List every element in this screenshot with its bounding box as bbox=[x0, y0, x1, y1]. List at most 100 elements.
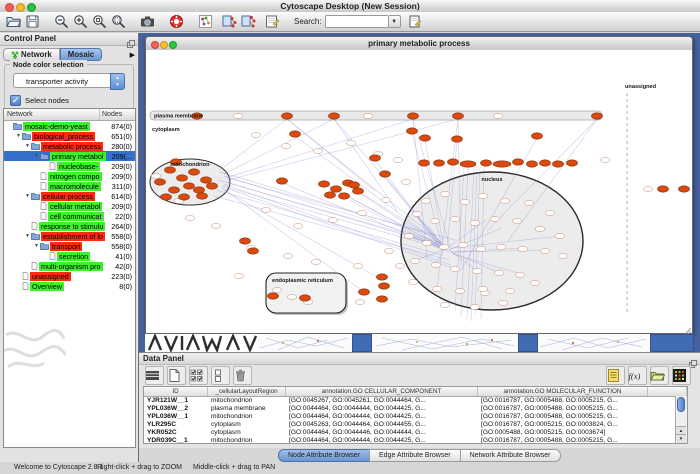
fx-icon[interactable]: f(x) bbox=[628, 368, 643, 383]
tree-row[interactable]: macromolecule311(0) bbox=[4, 181, 135, 191]
network-node[interactable] bbox=[319, 181, 330, 187]
tree-row[interactable]: ▼transport558(0) bbox=[4, 241, 135, 251]
table-row[interactable]: YJR121W__1mitochondrion[GO:0045267, GO:0… bbox=[144, 397, 687, 405]
network-node[interactable] bbox=[439, 245, 449, 250]
unselect-all-button[interactable] bbox=[211, 366, 230, 385]
network-node[interactable] bbox=[472, 269, 482, 274]
table-grid-button[interactable] bbox=[145, 366, 164, 385]
network-node[interactable] bbox=[211, 224, 221, 229]
background-window-preview[interactable] bbox=[372, 334, 518, 352]
network-node[interactable] bbox=[452, 136, 463, 142]
network-node[interactable] bbox=[419, 160, 430, 166]
network-node[interactable] bbox=[679, 186, 690, 192]
network-node[interactable] bbox=[434, 160, 445, 166]
network-node[interactable] bbox=[540, 160, 551, 166]
network-node[interactable] bbox=[401, 180, 411, 185]
network-node[interactable] bbox=[540, 249, 550, 254]
net-minimize-button[interactable] bbox=[160, 41, 168, 49]
table-grid-icon[interactable] bbox=[145, 368, 160, 383]
zoom-selected-icon[interactable] bbox=[92, 14, 107, 29]
network-node[interactable] bbox=[151, 174, 161, 179]
network-node[interactable] bbox=[453, 113, 464, 119]
network-node[interactable] bbox=[643, 187, 653, 192]
network-node[interactable] bbox=[384, 249, 394, 254]
network-node[interactable] bbox=[281, 144, 291, 149]
network-node[interactable] bbox=[357, 211, 367, 216]
scroll-down-button[interactable]: ▼ bbox=[676, 434, 686, 443]
unselect-all-icon[interactable] bbox=[211, 368, 226, 383]
network-node[interactable] bbox=[377, 274, 388, 280]
table-row[interactable]: YLR295Ccytoplasm[GO:0045263, GO:0044464,… bbox=[144, 421, 687, 429]
network-node[interactable] bbox=[346, 141, 356, 146]
network-node[interactable] bbox=[240, 238, 251, 244]
open-folder-small-icon[interactable] bbox=[650, 368, 665, 383]
network-node[interactable] bbox=[370, 155, 381, 161]
table-row[interactable]: YKR052Ccytoplasm[GO:0044464, GO:0044446,… bbox=[144, 429, 687, 437]
new-doc-button[interactable] bbox=[167, 366, 186, 385]
network-node[interactable] bbox=[527, 161, 538, 167]
network-node[interactable] bbox=[381, 198, 391, 203]
resize-grip-icon[interactable] bbox=[682, 323, 691, 332]
select-nodes-checkbox[interactable]: ✓ bbox=[10, 95, 21, 106]
column-header[interactable]: ID bbox=[144, 387, 208, 396]
network-node[interactable] bbox=[432, 287, 442, 292]
table-scrollbar[interactable]: ▲ ▼ bbox=[675, 396, 687, 443]
network-node[interactable] bbox=[408, 280, 418, 285]
mdi-desktop[interactable]: primary metabolic process plasma membran… bbox=[139, 33, 700, 352]
net-close-button[interactable] bbox=[151, 41, 159, 49]
network-node[interactable] bbox=[282, 113, 293, 119]
dropdown-stepper-icon[interactable]: ▲▼ bbox=[110, 73, 125, 90]
network-node[interactable] bbox=[513, 159, 524, 165]
network-overlay-2-icon[interactable] bbox=[241, 14, 256, 29]
background-window-edge[interactable] bbox=[650, 334, 694, 352]
network-node[interactable] bbox=[410, 259, 420, 264]
network-node[interactable] bbox=[493, 161, 511, 167]
scrollbar-thumb[interactable] bbox=[677, 397, 685, 412]
network-node[interactable] bbox=[325, 192, 336, 198]
network-node[interactable] bbox=[592, 113, 603, 119]
network-node[interactable] bbox=[658, 186, 669, 192]
network-node[interactable] bbox=[287, 295, 297, 300]
tree-row[interactable]: Overview8(0) bbox=[4, 281, 135, 291]
tab-edge-attribute-browser[interactable]: Edge Attribute Browser bbox=[369, 449, 461, 462]
network-node[interactable] bbox=[524, 201, 534, 206]
network-node[interactable] bbox=[431, 263, 441, 268]
network-node[interactable] bbox=[518, 247, 528, 252]
network-overlay-1-icon[interactable] bbox=[222, 14, 237, 29]
tree-expand-arrow-icon[interactable]: ▼ bbox=[15, 133, 22, 139]
zoom-in-icon[interactable] bbox=[73, 14, 88, 29]
network-node[interactable] bbox=[311, 260, 321, 265]
tree-row[interactable]: ▼primary metabol209(... bbox=[4, 151, 135, 161]
background-window-edge[interactable] bbox=[352, 334, 372, 352]
network-node[interactable] bbox=[313, 149, 323, 154]
network-node[interactable] bbox=[169, 187, 180, 193]
network-node[interactable] bbox=[450, 267, 460, 272]
network-node[interactable] bbox=[248, 248, 259, 254]
network-node[interactable] bbox=[532, 133, 543, 139]
select-all-button[interactable] bbox=[189, 366, 208, 385]
network-node[interactable] bbox=[155, 179, 166, 185]
network-view-window[interactable]: primary metabolic process plasma membran… bbox=[145, 36, 693, 334]
matrix-button[interactable] bbox=[672, 366, 691, 385]
network-node[interactable] bbox=[268, 293, 279, 299]
tree-expand-arrow-icon[interactable]: ▼ bbox=[24, 233, 31, 239]
network-canvas[interactable]: plasma membranecytoplasmmitochondrionnuc… bbox=[146, 50, 692, 333]
network-node[interactable] bbox=[515, 273, 525, 278]
network-node[interactable] bbox=[535, 227, 545, 232]
network-node[interactable] bbox=[407, 128, 418, 134]
fx-button[interactable]: f(x) bbox=[628, 366, 647, 385]
network-node[interactable] bbox=[380, 171, 391, 177]
tree-row[interactable]: mosaic-demo-yeast874(0) bbox=[4, 121, 135, 131]
network-node[interactable] bbox=[481, 160, 492, 166]
column-header[interactable]: annotation.GO MOLECULAR_FUNCTION bbox=[478, 387, 648, 396]
tree-row[interactable]: secretion41(0) bbox=[4, 251, 135, 261]
network-node[interactable] bbox=[498, 301, 508, 306]
network-node[interactable] bbox=[161, 194, 172, 200]
network-node[interactable] bbox=[600, 158, 610, 163]
network-node[interactable] bbox=[404, 234, 414, 239]
new-doc-icon[interactable] bbox=[167, 368, 182, 383]
tab-node-attribute-browser[interactable]: Node Attribute Browser bbox=[278, 449, 370, 462]
network-node[interactable] bbox=[177, 175, 188, 181]
network-node[interactable] bbox=[329, 113, 340, 119]
trash-button[interactable] bbox=[233, 366, 252, 385]
